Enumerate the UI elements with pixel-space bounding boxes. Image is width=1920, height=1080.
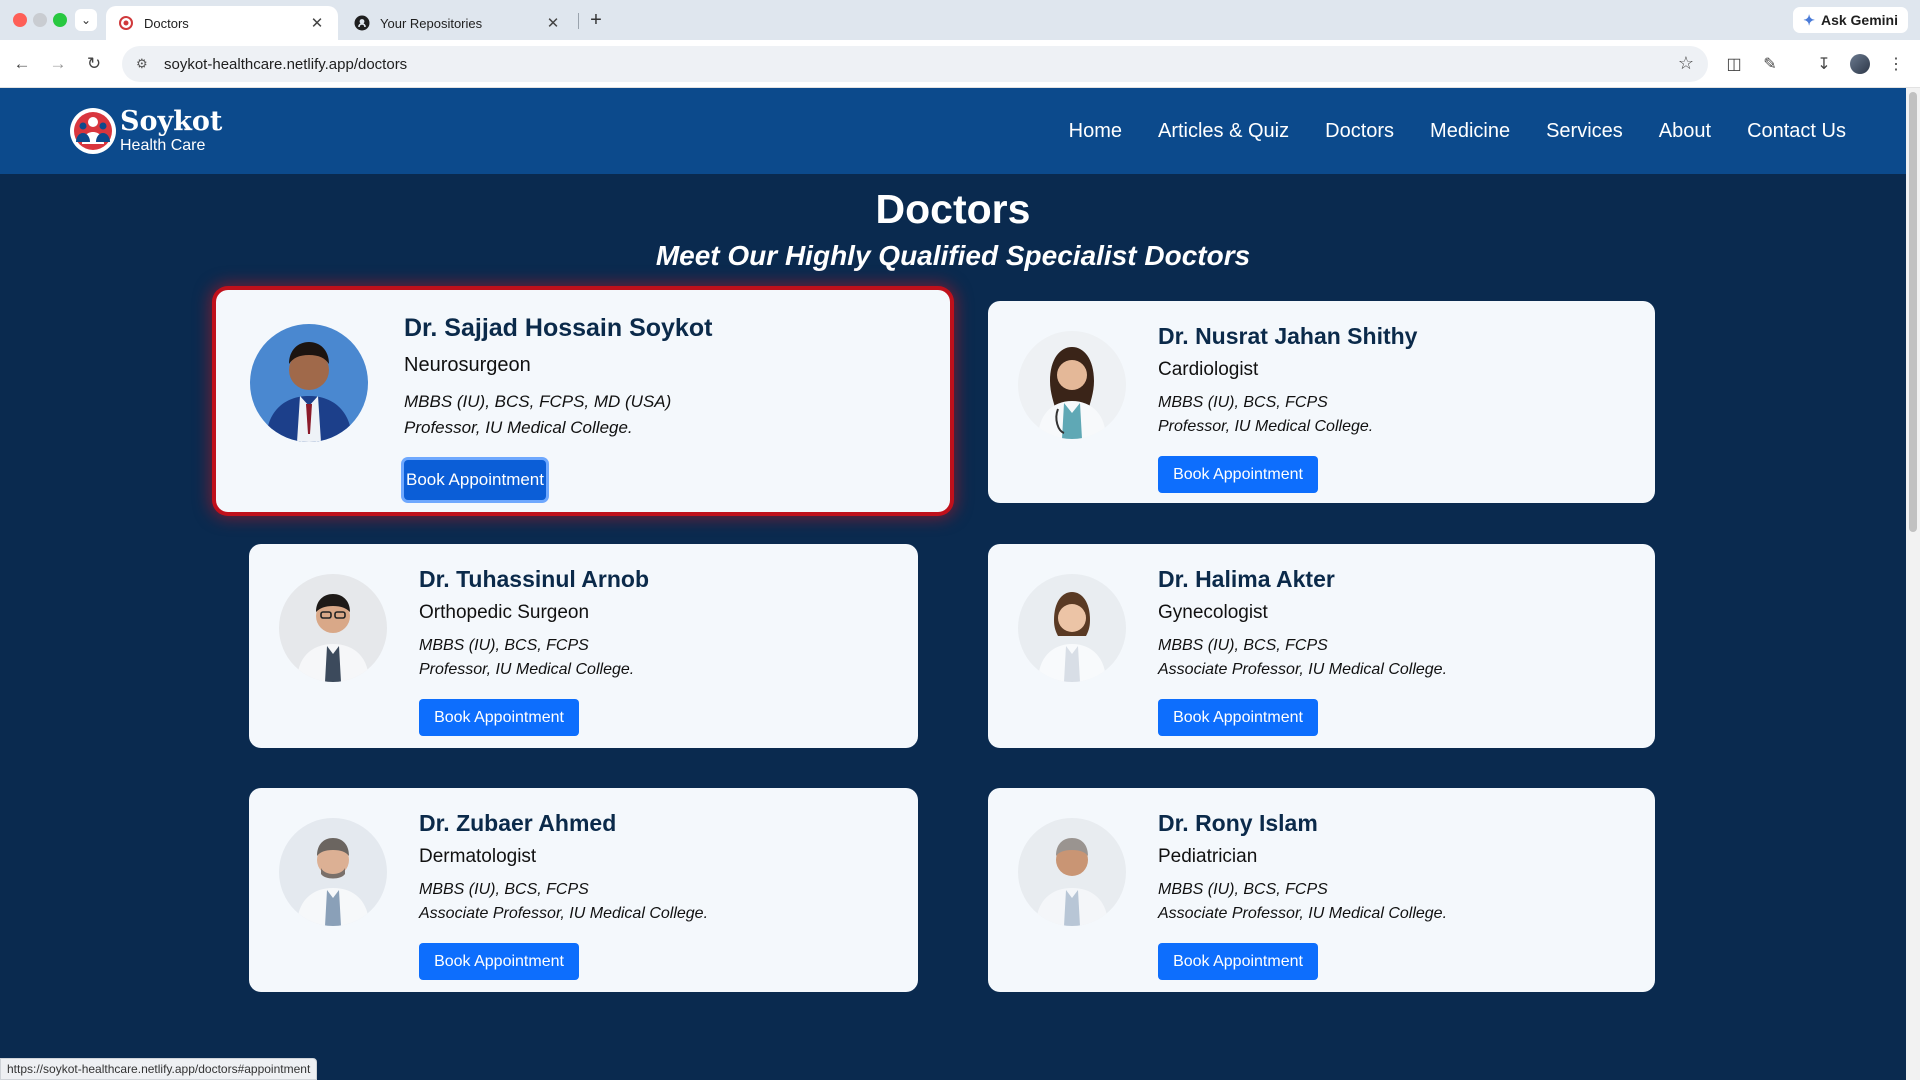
browser-toolbar: ← → ↻ ⚙ soykot-healthcare.netlify.app/do… (0, 40, 1920, 88)
doctor-photo (1018, 574, 1126, 682)
close-icon[interactable]: ✕ (308, 14, 326, 32)
site-header: Soykot Health Care Home Articles & Quiz … (0, 88, 1906, 174)
logo-mark-icon (68, 104, 118, 158)
nav-contact-us[interactable]: Contact Us (1747, 120, 1846, 143)
github-icon (354, 15, 370, 31)
avatar (1850, 54, 1870, 74)
book-appointment-button[interactable]: Book Appointment (1158, 456, 1318, 493)
tab-title: Your Repositories (380, 15, 483, 31)
ask-gemini-button[interactable]: ✦ Ask Gemini (1793, 7, 1908, 33)
doctor-qualification: MBBS (IU), BCS, FCPS (1158, 637, 1328, 654)
nav-articles-quiz[interactable]: Articles & Quiz (1158, 120, 1289, 143)
nav-doctors[interactable]: Doctors (1325, 120, 1394, 143)
nav-services[interactable]: Services (1546, 120, 1623, 143)
tab-separator (578, 13, 579, 29)
doctor-card: Dr. Halima Akter Gynecologist MBBS (IU),… (988, 544, 1655, 748)
doctor-name: Dr. Sajjad Hossain Soykot (404, 314, 713, 342)
plus-icon: + (590, 8, 602, 31)
more-menu-icon[interactable]: ⋮ (1884, 52, 1908, 76)
doctor-card: Dr. Sajjad Hossain Soykot Neurosurgeon M… (216, 290, 950, 512)
doctor-specialty: Cardiologist (1158, 359, 1259, 380)
book-appointment-button[interactable]: Book Appointment (1158, 699, 1318, 736)
doctor-position: Professor, IU Medical College. (1158, 418, 1374, 435)
book-appointment-button[interactable]: Book Appointment (404, 460, 546, 500)
doctor-qualification: MBBS (IU), BCS, FCPS, MD (USA) (404, 392, 672, 411)
main-nav: Home Articles & Quiz Doctors Medicine Se… (1069, 88, 1846, 174)
reload-icon: ↻ (86, 54, 102, 73)
reload-button[interactable]: ↻ (82, 52, 106, 76)
doctor-name: Dr. Tuhassinul Arnob (419, 566, 650, 592)
nav-about[interactable]: About (1659, 120, 1711, 143)
status-bar-url: https://soykot-healthcare.netlify.app/do… (0, 1058, 318, 1080)
doctor-qualification: MBBS (IU), BCS, FCPS (419, 637, 589, 654)
doctor-position: Professor, IU Medical College. (404, 418, 633, 437)
close-window-button[interactable] (13, 13, 27, 27)
scrollbar-thumb[interactable] (1909, 92, 1917, 532)
doctor-specialty: Dermatologist (419, 846, 537, 867)
logo-brand: Soykot (120, 106, 223, 137)
doctor-position: Associate Professor, IU Medical College. (1158, 905, 1448, 922)
doctor-card: Dr. Nusrat Jahan Shithy Cardiologist MBB… (988, 301, 1655, 503)
book-appointment-button[interactable]: Book Appointment (419, 943, 579, 980)
doctor-photo (1018, 331, 1126, 439)
doctor-position: Professor, IU Medical College. (419, 661, 635, 678)
gemini-sparkle-icon: ✦ (1803, 11, 1815, 28)
page-subtitle: Meet Our Highly Qualified Specialist Doc… (655, 240, 1251, 271)
maximize-window-button[interactable] (53, 13, 67, 27)
doctor-name: Dr. Halima Akter (1158, 566, 1335, 592)
close-icon[interactable]: ✕ (544, 14, 562, 32)
arrow-right-icon: → (49, 54, 67, 73)
page-viewport: Soykot Health Care Home Articles & Quiz … (0, 88, 1906, 1080)
extensions-icon[interactable]: ✎ (1758, 52, 1782, 76)
doctor-specialty: Pediatrician (1158, 846, 1258, 867)
doctor-name: Dr. Rony Islam (1158, 810, 1318, 836)
site-info-icon[interactable]: ⚙ (136, 56, 154, 72)
doctor-name: Dr. Zubaer Ahmed (419, 810, 617, 836)
nav-medicine[interactable]: Medicine (1430, 120, 1510, 143)
doctor-photo (279, 574, 387, 682)
tab-title: Doctors (144, 15, 189, 31)
back-button[interactable]: ← (10, 52, 34, 76)
page-scrollbar[interactable] (1906, 88, 1920, 1080)
browser-tab-bar: ⌄ Doctors ✕ Your Repositories ✕ + ✦ Ask … (0, 0, 1920, 40)
doctor-qualification: MBBS (IU), BCS, FCPS (1158, 394, 1328, 411)
profile-avatar[interactable] (1848, 52, 1872, 76)
site-favicon-icon (118, 15, 134, 31)
doctor-card: Dr. Rony Islam Pediatrician MBBS (IU), B… (988, 788, 1655, 992)
download-icon[interactable]: ↧ (1812, 52, 1836, 76)
doctor-photo (1018, 818, 1126, 926)
bookmark-star-icon[interactable]: ☆ (1678, 53, 1694, 74)
new-tab-button[interactable]: + (584, 8, 608, 32)
tab-search-button[interactable]: ⌄ (75, 9, 97, 31)
doctor-specialty: Orthopedic Surgeon (419, 602, 590, 623)
doctor-photo (250, 324, 368, 442)
doctor-specialty: Neurosurgeon (404, 354, 531, 376)
arrow-left-icon: ← (13, 54, 31, 73)
doctor-name: Dr. Nusrat Jahan Shithy (1158, 323, 1418, 349)
doctor-card: Dr. Tuhassinul Arnob Orthopedic Surgeon … (249, 544, 918, 748)
doctor-qualification: MBBS (IU), BCS, FCPS (1158, 881, 1328, 898)
nav-home[interactable]: Home (1069, 120, 1122, 143)
minimize-window-button[interactable] (33, 13, 47, 27)
doctor-position: Associate Professor, IU Medical College. (1158, 661, 1448, 678)
site-logo[interactable]: Soykot Health Care (68, 104, 222, 158)
doctor-card: Dr. Zubaer Ahmed Dermatologist MBBS (IU)… (249, 788, 918, 992)
doctor-specialty: Gynecologist (1158, 602, 1268, 623)
url-text: soykot-healthcare.netlify.app/doctors (164, 55, 408, 73)
doctor-position: Associate Professor, IU Medical College. (419, 905, 709, 922)
doctor-photo (279, 818, 387, 926)
doctor-qualification: MBBS (IU), BCS, FCPS (419, 881, 589, 898)
tab-your-repositories[interactable]: Your Repositories ✕ (342, 6, 574, 40)
ask-gemini-label: Ask Gemini (1820, 12, 1898, 28)
forward-button[interactable]: → (46, 52, 70, 76)
book-appointment-button[interactable]: Book Appointment (419, 699, 579, 736)
chevron-down-icon: ⌄ (80, 13, 92, 27)
tab-doctors[interactable]: Doctors ✕ (106, 6, 338, 40)
reading-mode-icon[interactable]: ◫ (1722, 52, 1746, 76)
page-title: Doctors (875, 186, 1031, 232)
address-bar[interactable]: ⚙ soykot-healthcare.netlify.app/doctors … (122, 46, 1708, 82)
logo-subtitle: Health Care (120, 137, 206, 154)
book-appointment-button[interactable]: Book Appointment (1158, 943, 1318, 980)
